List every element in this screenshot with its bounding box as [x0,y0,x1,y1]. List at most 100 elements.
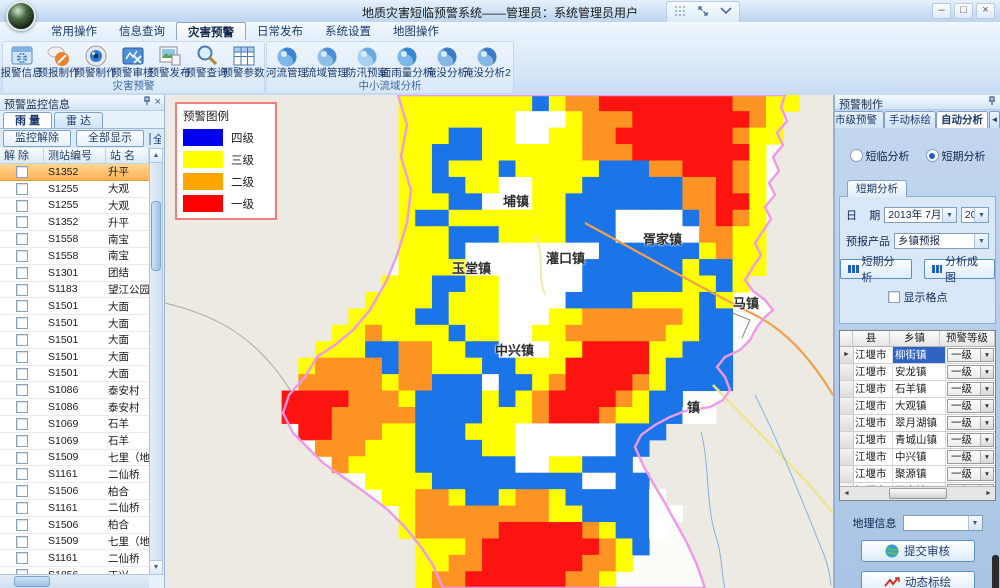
station-row[interactable]: S1558南宝 [0,231,149,248]
tab-scroll-left-icon[interactable]: ◄ [989,111,1000,128]
radio-short-imminent[interactable]: 短临分析 [850,148,910,164]
scroll-right-icon[interactable]: ► [982,490,995,497]
basin-manage-button[interactable]: 流域管理 [307,42,347,81]
town-cell[interactable]: 安龙镇 [893,364,946,380]
submerge-analysis-button[interactable]: 淹没分析 [427,42,467,81]
release-checkbox[interactable] [16,401,28,413]
level-dropdown[interactable]: 一级▼ [947,467,994,481]
town-cell[interactable]: 大观镇 [893,398,946,414]
release-checkbox[interactable] [16,384,28,396]
station-row[interactable]: S1558南宝 [0,248,149,265]
station-row[interactable]: S1501大面 [0,349,149,366]
geo-info-dropdown[interactable]: ▼ [903,515,983,531]
short-term-analyze-button[interactable]: 短期分析 [840,259,912,279]
river-manage-button[interactable]: 河流管理 [267,42,307,81]
warning-query-button[interactable]: 预警查询 [188,42,225,81]
tab-city-warning[interactable]: 市级预警 [835,111,884,128]
town-cell[interactable]: 柳街镇 [893,347,946,363]
town-cell[interactable]: 中兴镇 [893,449,946,465]
release-checkbox[interactable] [16,250,28,262]
station-row[interactable]: S1352升平 [0,164,149,181]
warning-params-button[interactable]: 预警参数 [225,42,262,81]
tab-rainfall[interactable]: 雨 量 [3,112,52,129]
maximize-button[interactable]: □ [954,3,973,19]
station-row[interactable]: S1183望江公园 [0,282,149,299]
submit-review-button[interactable]: 提交审核 [861,540,975,562]
release-checkbox[interactable] [16,418,28,430]
menu-item-1[interactable]: 常用操作 [40,22,108,40]
station-row[interactable]: S1509七里（地质灾 [0,534,149,551]
station-row[interactable]: S1501大面 [0,298,149,315]
menu-item-3[interactable]: 灾害预警 [176,22,246,41]
station-row[interactable]: S1161二仙桥 [0,500,149,517]
hscroll-thumb[interactable] [14,576,50,587]
station-row[interactable]: S1352升平 [0,214,149,231]
release-checkbox[interactable] [16,216,28,228]
release-checkbox[interactable] [16,435,28,447]
town-warning-row[interactable]: 江堰市翠月湖镇一级▼ [840,415,995,432]
select-all-checkbox[interactable] [149,133,151,145]
town-cell[interactable]: 石羊镇 [893,381,946,397]
release-checkbox[interactable] [16,267,28,279]
close-button[interactable]: × [976,3,995,19]
submerge-analysis2-button[interactable]: 淹没分析2 [467,42,507,81]
town-warning-row[interactable]: 江堰市青城山镇一级▼ [840,432,995,449]
release-checkbox[interactable] [16,485,28,497]
release-monitor-button[interactable]: 监控解除 [3,130,71,147]
radio-short-term[interactable]: 短期分析 [926,148,986,164]
station-row[interactable]: S1501大面 [0,366,149,383]
forecast-make-button[interactable]: 预报制作 [40,42,77,81]
station-table-hscrollbar[interactable] [0,574,149,588]
level-dropdown[interactable]: 一级▼ [947,382,994,396]
dropdown-arrow-icon[interactable]: ▼ [980,434,993,446]
town-warning-row[interactable]: 江堰市安龙镇一级▼ [840,364,995,381]
release-checkbox[interactable] [16,519,28,531]
dropdown-arrow-icon[interactable]: ▼ [980,417,993,429]
level-dropdown[interactable]: 一级▼ [947,433,994,447]
release-checkbox[interactable] [16,317,28,329]
station-row[interactable]: S1501大面 [0,332,149,349]
alarm-info-button[interactable]: 报警信息 [3,42,40,81]
station-row[interactable]: S1501大面 [0,315,149,332]
station-row[interactable]: S1301团结 [0,265,149,282]
release-checkbox[interactable] [16,166,28,178]
town-warning-row[interactable]: ►江堰市柳街镇一级▼ [840,347,995,364]
town-table-hscrollbar[interactable]: ◄ ► [840,486,995,500]
pin-icon[interactable] [987,96,996,109]
town-cell[interactable]: 青城山镇 [893,432,946,448]
release-checkbox[interactable] [16,468,28,480]
station-row[interactable]: S1255大观 [0,198,149,215]
town-warning-row[interactable]: 江堰市中兴镇一级▼ [840,449,995,466]
panel-scroll-thumb[interactable] [992,555,999,588]
menu-item-2[interactable]: 信息查询 [108,22,176,40]
dropdown-arrow-icon[interactable]: ▼ [980,349,993,361]
release-checkbox[interactable] [16,351,28,363]
scroll-left-icon[interactable]: ◄ [840,490,853,497]
expand-icon[interactable] [692,3,714,19]
town-warning-row[interactable]: 江堰市聚源镇一级▼ [840,466,995,483]
pin-icon[interactable] [142,96,151,109]
station-row[interactable]: S1255大观 [0,181,149,198]
dropdown-arrow-icon[interactable]: ▼ [980,400,993,412]
warning-make-button[interactable]: 预警制作 [77,42,114,81]
town-warning-row[interactable]: 江堰市石羊镇一级▼ [840,381,995,398]
tab-auto-analysis[interactable]: 自动分析 [936,111,988,128]
station-row[interactable]: S1506柏合 [0,517,149,534]
level-dropdown[interactable]: 一级▼ [947,348,994,362]
station-row[interactable]: S1161二仙桥 [0,550,149,567]
release-checkbox[interactable] [16,334,28,346]
station-row[interactable]: S1086泰安村 [0,399,149,416]
town-cell[interactable]: 翠月湖镇 [893,415,946,431]
release-checkbox[interactable] [16,452,28,464]
release-checkbox[interactable] [16,552,28,564]
level-dropdown[interactable]: 一级▼ [947,399,994,413]
release-checkbox[interactable] [16,502,28,514]
menu-item-4[interactable]: 日常发布 [246,22,314,40]
show-all-button[interactable]: 全部显示 [76,130,144,147]
warning-map[interactable]: 预警图例 四级三级二级一级 埔镇胥家镇灌口镇玉堂镇马镇中兴镇镇 [165,95,833,588]
dropdown-arrow-icon[interactable]: ▼ [980,383,993,395]
station-row[interactable]: S1069石羊 [0,416,149,433]
release-checkbox[interactable] [16,200,28,212]
release-checkbox[interactable] [16,300,28,312]
station-row[interactable]: S1506柏合 [0,483,149,500]
